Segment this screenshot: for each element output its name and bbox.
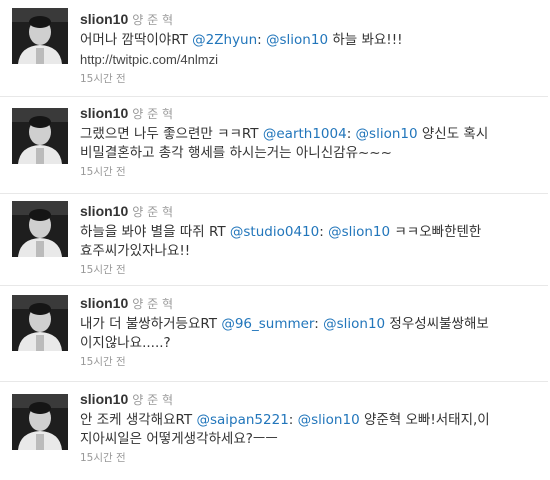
tweet-text-segment: 효주씨가있자나요!!: [80, 243, 191, 259]
tweet-feed: slion10 양 준 혁 어머나 깜딱이야RT @2Zhyun: @slion1…: [0, 0, 550, 480]
mention-link[interactable]: @earth1004: [263, 126, 347, 142]
timestamp-link[interactable]: 15시간 전: [80, 164, 540, 179]
tweet-text-segment: :: [314, 316, 324, 332]
avatar[interactable]: [12, 201, 68, 257]
tweet-text: 안 조케 생각해요RT @saipan5221: @slion10 양준혁 오빠…: [80, 411, 540, 449]
mention-link[interactable]: @96_summer: [221, 316, 314, 332]
tweet-text-segment: ㅋㅋ오빠한텐한: [390, 224, 482, 240]
divider: [0, 96, 548, 97]
tweet-text: 하늘을 봐야 별을 따쥐 RT @studio0410: @slion10 ㅋㅋ…: [80, 223, 540, 261]
tweet-content: slion10 양 준 혁 안 조케 생각해요RT @saipan5221: @s…: [80, 391, 540, 465]
mention-link[interactable]: @slion10: [328, 224, 390, 240]
mention-link[interactable]: @slion10: [356, 126, 418, 142]
avatar-photo-icon: [12, 201, 68, 257]
tweet-text-segment: 정우성씨불쌍해보: [385, 316, 489, 332]
tweet-text-segment: 양신도 혹시: [417, 126, 489, 142]
timestamp-link[interactable]: 15시간 전: [80, 450, 540, 465]
tweet-text: 어머나 깜딱이야RT @2Zhyun: @slion10 하늘 봐요!!! ht…: [80, 31, 540, 70]
tweet-text-segment: 이지않나요.....?: [80, 335, 171, 351]
screen-name-link[interactable]: slion10: [80, 295, 128, 311]
tweet-content: slion10 양 준 혁 어머나 깜딱이야RT @2Zhyun: @slion1…: [80, 11, 540, 86]
divider: [0, 381, 548, 382]
tweet-text-segment: 양준혁 오빠!서태지,이: [359, 412, 490, 428]
screen-name-link[interactable]: slion10: [80, 203, 128, 219]
mention-link[interactable]: @slion10: [323, 316, 385, 332]
tweet-text-segment: :: [257, 32, 267, 48]
tweet-text-segment: 어머나 깜딱이야RT: [80, 32, 193, 48]
avatar-photo-icon: [12, 394, 68, 450]
mention-link[interactable]: @saipan5221: [196, 412, 288, 428]
full-name: 양 준 혁: [132, 297, 173, 311]
tweet-content: slion10 양 준 혁 하늘을 봐야 별을 따쥐 RT @studio0410…: [80, 203, 540, 277]
timestamp-link[interactable]: 15시간 전: [80, 354, 540, 369]
tweet-text-segment: :: [288, 412, 298, 428]
tweet-text-segment: 비밀결혼하고 총각 행세를 하시는거는 아니신감유~~~: [80, 145, 392, 161]
tweet-text-segment: :: [319, 224, 329, 240]
full-name: 양 준 혁: [132, 107, 173, 121]
tweet-item: slion10 양 준 혁 그랬으면 나두 좋으련만 ㅋㅋRT @earth100…: [0, 96, 548, 193]
screen-name-link[interactable]: slion10: [80, 391, 128, 407]
mention-link[interactable]: @slion10: [298, 412, 360, 428]
tweet-item: slion10 양 준 혁 내가 더 불쌍하거등요RT @96_summer: @…: [0, 285, 548, 381]
full-name: 양 준 혁: [132, 205, 173, 219]
avatar-photo-icon: [12, 108, 68, 164]
tweet-header: slion10 양 준 혁: [80, 203, 540, 220]
tweet-item: slion10 양 준 혁 하늘을 봐야 별을 따쥐 RT @studio0410…: [0, 193, 548, 285]
tweet-header: slion10 양 준 혁: [80, 391, 540, 408]
avatar[interactable]: [12, 295, 68, 351]
tweet-text-segment: 지아씨일은 어떻게생각하세요?ㅡㅡ: [80, 431, 278, 447]
avatar[interactable]: [12, 108, 68, 164]
tweet-text-segment: 하늘 봐요!!!: [328, 32, 403, 48]
tweet-header: slion10 양 준 혁: [80, 295, 540, 312]
mention-link[interactable]: @2Zhyun: [192, 32, 257, 48]
timestamp-link[interactable]: 15시간 전: [80, 71, 540, 86]
tweet-header: slion10 양 준 혁: [80, 105, 540, 122]
divider: [0, 285, 548, 286]
mention-link[interactable]: @slion10: [266, 32, 328, 48]
avatar-photo-icon: [12, 295, 68, 351]
tweet-text: 내가 더 불쌍하거등요RT @96_summer: @slion10 정우성씨불…: [80, 315, 540, 353]
avatar[interactable]: [12, 8, 68, 64]
avatar[interactable]: [12, 394, 68, 450]
mention-link[interactable]: @studio0410: [230, 224, 319, 240]
tweet-header: slion10 양 준 혁: [80, 11, 540, 28]
full-name: 양 준 혁: [132, 13, 173, 27]
tweet-item: slion10 양 준 혁 안 조케 생각해요RT @saipan5221: @s…: [0, 381, 548, 480]
tweet-text-segment: 내가 더 불쌍하거등요RT: [80, 316, 222, 332]
tweet-text: 그랬으면 나두 좋으련만 ㅋㅋRT @earth1004: @slion10 양…: [80, 125, 540, 163]
twitpic-link[interactable]: http://twitpic.com/4nlmzi: [80, 52, 218, 67]
avatar-photo-icon: [12, 8, 68, 64]
screen-name-link[interactable]: slion10: [80, 105, 128, 121]
tweet-item: slion10 양 준 혁 어머나 깜딱이야RT @2Zhyun: @slion1…: [0, 0, 548, 96]
tweet-content: slion10 양 준 혁 내가 더 불쌍하거등요RT @96_summer: @…: [80, 295, 540, 369]
tweet-text-segment: 하늘을 봐야 별을 따쥐 RT: [80, 224, 230, 240]
tweet-text-segment: 안 조케 생각해요RT: [80, 412, 197, 428]
full-name: 양 준 혁: [132, 393, 173, 407]
tweet-text-segment: 그랬으면 나두 좋으련만 ㅋㅋRT: [80, 126, 263, 142]
tweet-content: slion10 양 준 혁 그랬으면 나두 좋으련만 ㅋㅋRT @earth100…: [80, 105, 540, 179]
timestamp-link[interactable]: 15시간 전: [80, 262, 540, 277]
divider: [0, 193, 548, 194]
screen-name-link[interactable]: slion10: [80, 11, 128, 27]
tweet-text-segment: :: [346, 126, 356, 142]
